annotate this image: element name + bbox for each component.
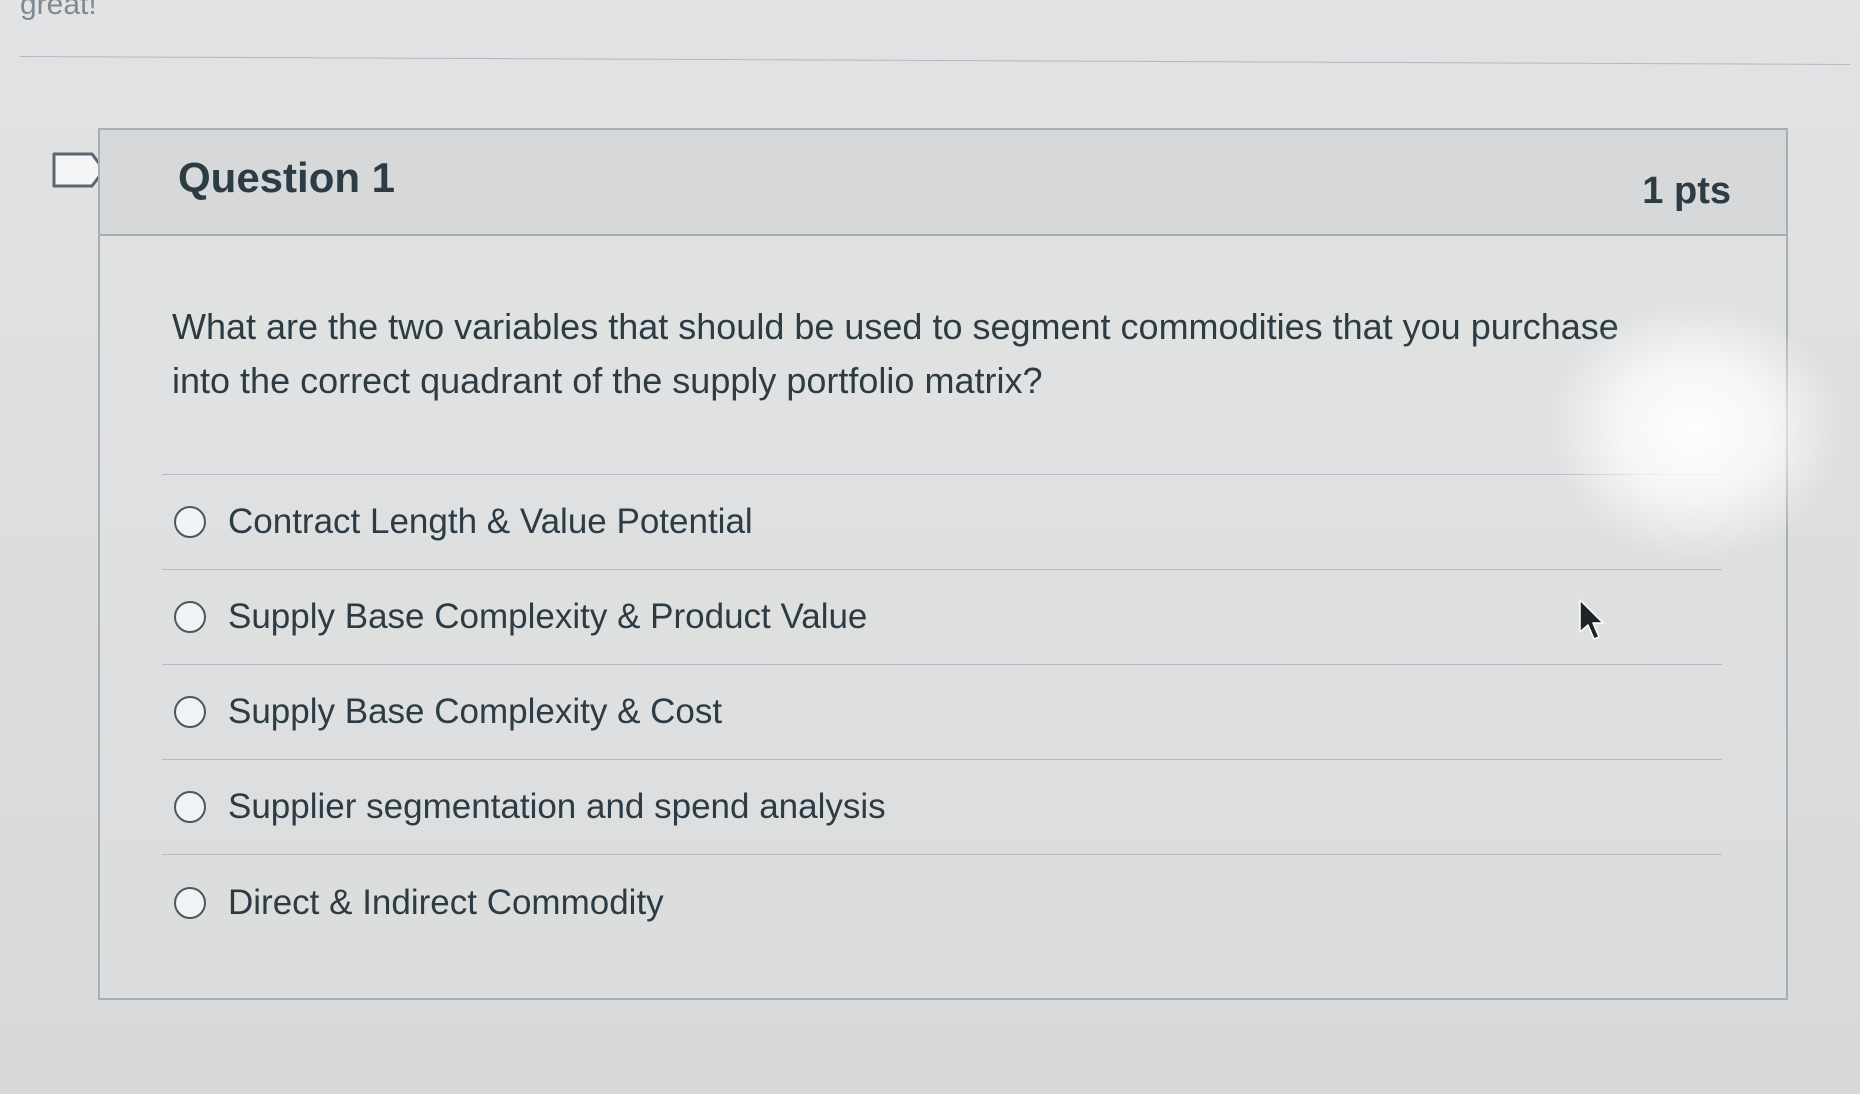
answer-option[interactable]: Supply Base Complexity & Product Value xyxy=(162,570,1722,665)
answer-label[interactable]: Supply Base Complexity & Product Value xyxy=(228,597,867,637)
question-points: 1 pts xyxy=(1642,170,1731,212)
radio-button[interactable] xyxy=(174,506,206,538)
answer-label[interactable]: Direct & Indirect Commodity xyxy=(228,883,664,923)
previous-text-fragment: great! xyxy=(20,0,97,21)
radio-button[interactable] xyxy=(174,601,206,633)
answer-option[interactable]: Supply Base Complexity & Cost xyxy=(162,665,1722,760)
radio-button[interactable] xyxy=(174,886,206,919)
question-text: What are the two variables that should b… xyxy=(172,306,1619,401)
radio-button[interactable] xyxy=(174,791,206,823)
question-header: Question 1 1 pts xyxy=(100,130,1786,236)
answer-label[interactable]: Contract Length & Value Potential xyxy=(228,502,753,542)
question-title: Question 1 xyxy=(178,154,396,201)
answer-option[interactable]: Direct & Indirect Commodity xyxy=(162,855,1722,950)
question-card: Question 1 1 pts What are the two variab… xyxy=(98,128,1788,1000)
answer-label[interactable]: Supplier segmentation and spend analysis xyxy=(228,787,886,827)
section-divider xyxy=(19,56,1850,65)
mouse-pointer-icon xyxy=(1579,599,1604,640)
radio-button[interactable] xyxy=(174,696,206,728)
answer-list: Contract Length & Value Potential Supply… xyxy=(162,474,1722,950)
answer-option[interactable]: Contract Length & Value Potential xyxy=(162,475,1722,570)
answer-option[interactable]: Supplier segmentation and spend analysis xyxy=(162,760,1722,855)
answer-label[interactable]: Supply Base Complexity & Cost xyxy=(228,692,722,732)
